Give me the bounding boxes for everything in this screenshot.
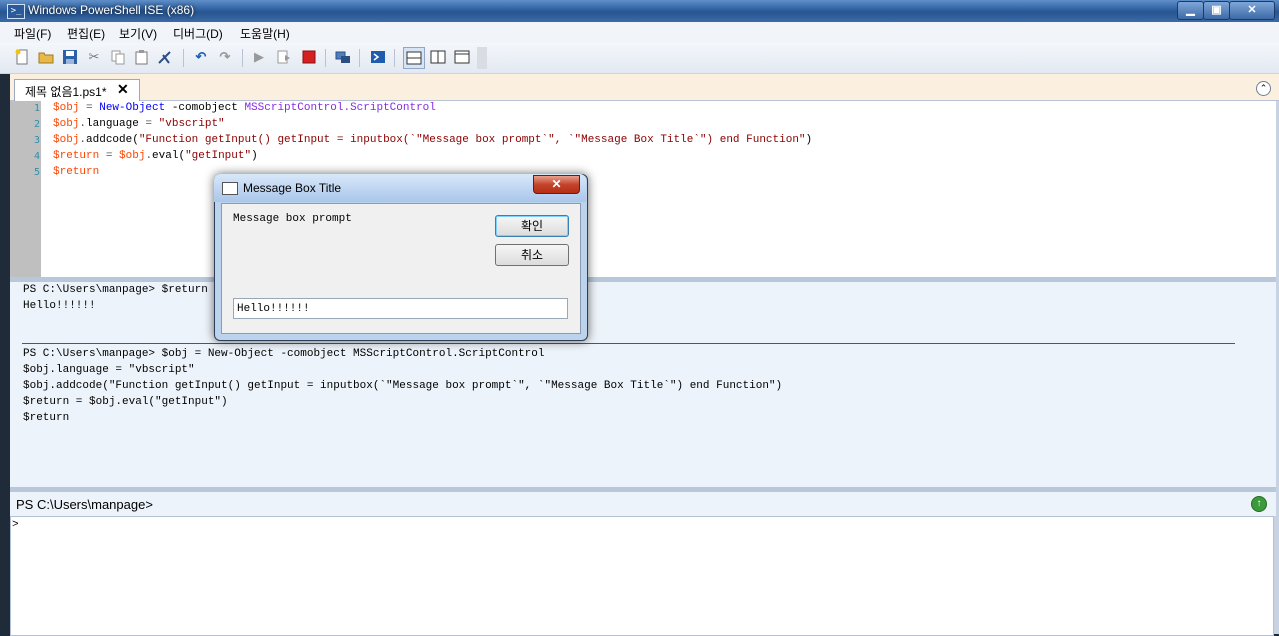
window-title: Windows PowerShell ISE (x86)	[28, 3, 195, 17]
code-token: $return	[53, 150, 100, 162]
command-prompt: PS C:\Users\manpage>	[16, 497, 153, 512]
toolbar-separator	[325, 49, 326, 67]
output-line: PS C:\Users\manpage> $obj = New-Object -…	[23, 348, 545, 360]
code-token: MSScriptControl.ScriptControl	[244, 102, 436, 114]
copy-icon[interactable]	[109, 48, 127, 66]
output-line: $return	[23, 412, 70, 424]
paste-icon[interactable]	[133, 48, 151, 66]
code-token: language	[86, 118, 139, 130]
code-line[interactable]: $obj.addcode("Function getInput() getInp…	[53, 134, 812, 146]
code-line[interactable]: $obj = New-Object -comobject MSScriptCon…	[53, 102, 436, 114]
clear-icon[interactable]	[156, 48, 174, 66]
tab-script[interactable]: 제목 없음1.ps1* ✕	[14, 79, 140, 102]
code-token: =	[79, 102, 100, 114]
close-window-button[interactable]: ✕	[1229, 1, 1275, 20]
code-line[interactable]: $return	[53, 166, 99, 178]
redo-icon[interactable]: ↷	[216, 48, 234, 66]
line-number: 3	[33, 135, 40, 146]
tab-strip	[10, 74, 1279, 101]
menu-file[interactable]: 파일(F)	[14, 25, 51, 42]
window-edge	[0, 74, 10, 634]
menu-help[interactable]: 도움말(H)	[240, 25, 290, 42]
code-token: "Function getInput() getInput = inputbox…	[138, 134, 806, 146]
remote-powershell-icon[interactable]	[334, 48, 352, 66]
cut-icon[interactable]: ✂	[85, 48, 103, 66]
line-number: 5	[33, 167, 40, 178]
menu-edit[interactable]: 편집(E)	[67, 25, 105, 42]
dialog-input[interactable]: Hello!!!!!!	[233, 298, 568, 319]
output-divider	[22, 343, 1235, 344]
output-line: PS C:\Users\manpage> $return	[23, 284, 208, 296]
code-token: $return	[53, 166, 100, 178]
line-number: 1	[33, 103, 40, 114]
cancel-button[interactable]: 취소	[495, 244, 569, 266]
save-icon[interactable]	[61, 48, 79, 66]
toolbar-separator	[359, 49, 360, 67]
close-icon[interactable]: ✕	[117, 81, 129, 98]
run-script-icon[interactable]: ▶	[250, 48, 268, 66]
code-token: "getInput"	[185, 150, 252, 162]
code-token: $obj	[53, 102, 80, 114]
layout-right-icon[interactable]	[429, 48, 447, 66]
window-icon	[222, 182, 238, 195]
code-token: eval(	[152, 150, 186, 162]
code-token: -comobject	[165, 102, 245, 114]
output-line: Hello!!!!!!	[23, 300, 96, 312]
toolbar-overflow[interactable]	[477, 47, 487, 69]
code-token: =	[99, 150, 120, 162]
layout-top-icon[interactable]	[403, 47, 425, 69]
code-token: New-Object	[99, 102, 166, 114]
command-caret: >	[12, 519, 19, 531]
toolbar-separator	[242, 49, 243, 67]
powershell-app-icon: >_	[7, 4, 25, 19]
stop-icon[interactable]	[300, 48, 318, 66]
open-icon[interactable]	[37, 48, 55, 66]
toolbar-separator	[394, 49, 395, 67]
output-line: $obj.language = "vbscript"	[23, 364, 195, 376]
code-token: =	[138, 118, 159, 130]
output-line: $obj.addcode("Function getInput() getInp…	[23, 380, 783, 392]
code-token: $obj	[119, 150, 146, 162]
minimize-button[interactable]: ▁	[1177, 1, 1204, 20]
new-icon[interactable]	[13, 48, 31, 66]
ok-button[interactable]: 확인	[495, 215, 569, 237]
menu-debug[interactable]: 디버그(D)	[173, 25, 223, 42]
code-token: )	[251, 150, 258, 162]
code-line[interactable]: $return = $obj.eval("getInput")	[53, 150, 258, 162]
code-token: $obj	[53, 118, 80, 130]
code-token: addcode(	[86, 134, 139, 146]
command-input[interactable]	[10, 516, 1274, 636]
code-line[interactable]: $obj.language = "vbscript"	[53, 118, 225, 130]
output-line: $return = $obj.eval("getInput")	[23, 396, 228, 408]
powershell-console-icon[interactable]	[369, 48, 387, 66]
code-token: )	[805, 134, 813, 146]
code-token: $obj	[53, 134, 80, 146]
line-number: 4	[33, 151, 40, 162]
collapse-script-pane-icon[interactable]: ⌃	[1256, 81, 1271, 96]
run-command-icon[interactable]: ↑	[1251, 496, 1267, 512]
menu-view[interactable]: 보기(V)	[119, 25, 157, 42]
run-selection-icon[interactable]	[275, 48, 293, 66]
toolbar-separator	[183, 49, 184, 67]
layout-max-icon[interactable]	[453, 48, 471, 66]
tab-label: 제목 없음1.ps1*	[25, 85, 107, 99]
dialog-close-button[interactable]: ✕	[533, 175, 580, 194]
command-pane-header	[10, 492, 1276, 517]
undo-icon[interactable]: ↶	[192, 48, 210, 66]
line-number: 2	[33, 119, 40, 130]
dialog-prompt: Message box prompt	[233, 213, 352, 225]
dialog-title: Message Box Title	[243, 181, 342, 195]
code-token: "vbscript"	[158, 118, 225, 130]
maximize-button[interactable]: ▣	[1203, 1, 1230, 20]
